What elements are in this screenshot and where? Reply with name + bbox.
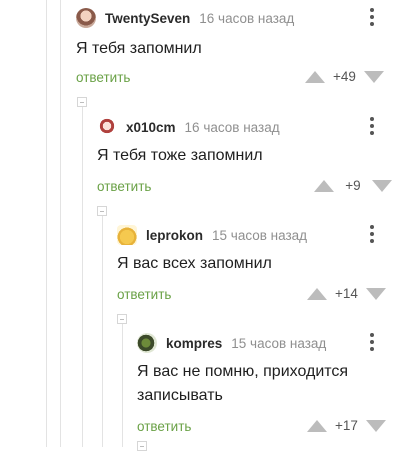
author-name[interactable]: leprokon — [146, 228, 203, 243]
collapse-thread-toggle-4[interactable] — [137, 441, 147, 451]
comment-text-line-2: записывать — [137, 387, 223, 404]
comment-text: Я вас всех запомнил — [117, 255, 272, 272]
collapse-thread-toggle-2[interactable] — [97, 206, 107, 216]
more-options-icon[interactable] — [370, 117, 374, 137]
upvote-arrow-icon[interactable] — [314, 179, 334, 192]
comment-time: 16 часов назад — [199, 10, 295, 26]
comment-score: +14 — [335, 286, 358, 301]
author-name[interactable]: TwentySeven — [105, 11, 190, 26]
comment-time: 16 часов назад — [184, 119, 280, 135]
downvote-arrow-icon[interactable] — [372, 179, 392, 192]
comment-text: Я вас не помню, приходится записывать — [137, 360, 348, 408]
vote-controls: +9 — [314, 178, 392, 193]
comment-text-line-1: Я вас не помню, приходится — [137, 363, 349, 380]
upvote-arrow-icon[interactable] — [307, 287, 327, 300]
thread-line-5 — [122, 320, 123, 447]
downvote-arrow-icon[interactable] — [363, 70, 384, 83]
comment-header: leprokon 15 часов назад — [117, 223, 307, 247]
downvote-arrow-icon[interactable] — [365, 287, 386, 300]
vote-controls: +14 — [307, 286, 386, 301]
downvote-arrow-icon[interactable] — [365, 419, 386, 432]
comment-score: +49 — [333, 69, 356, 84]
more-options-icon[interactable] — [370, 225, 374, 245]
comment-score: +9 — [345, 178, 361, 193]
avatar[interactable] — [137, 333, 157, 353]
reply-link[interactable]: ответить — [97, 179, 151, 194]
reply-link[interactable]: ответить — [137, 419, 191, 434]
reply-link[interactable]: ответить — [117, 287, 171, 302]
comment-time: 15 часов назад — [212, 227, 308, 243]
thread-line-2 — [60, 0, 61, 447]
vote-controls: +49 — [305, 69, 384, 84]
author-name[interactable]: kompres — [166, 336, 222, 351]
vote-controls: +17 — [307, 418, 386, 433]
upvote-arrow-icon[interactable] — [307, 419, 327, 432]
avatar[interactable] — [117, 225, 137, 245]
reply-link[interactable]: ответить — [76, 70, 130, 85]
comment-header: kompres 15 часов назад — [137, 331, 326, 355]
thread-line-4 — [102, 212, 103, 447]
more-options-icon[interactable] — [370, 8, 374, 28]
comment-score: +17 — [335, 418, 358, 433]
thread-line-1 — [46, 0, 47, 447]
thread-line-3 — [82, 103, 83, 447]
upvote-arrow-icon[interactable] — [305, 70, 325, 83]
comment-header: TwentySeven 16 часов назад — [76, 6, 294, 30]
author-name[interactable]: x010cm — [126, 120, 176, 135]
comment-text: Я тебя запомнил — [76, 40, 202, 57]
collapse-thread-toggle-3[interactable] — [117, 314, 127, 324]
comment-text: Я тебя тоже запомнил — [97, 147, 263, 164]
comment-header: x010cm 16 часов назад — [97, 115, 280, 139]
comment-time: 15 часов назад — [231, 335, 327, 351]
more-options-icon[interactable] — [370, 333, 374, 353]
avatar[interactable] — [76, 8, 96, 28]
collapse-thread-toggle-1[interactable] — [77, 97, 87, 107]
avatar[interactable] — [97, 117, 117, 137]
